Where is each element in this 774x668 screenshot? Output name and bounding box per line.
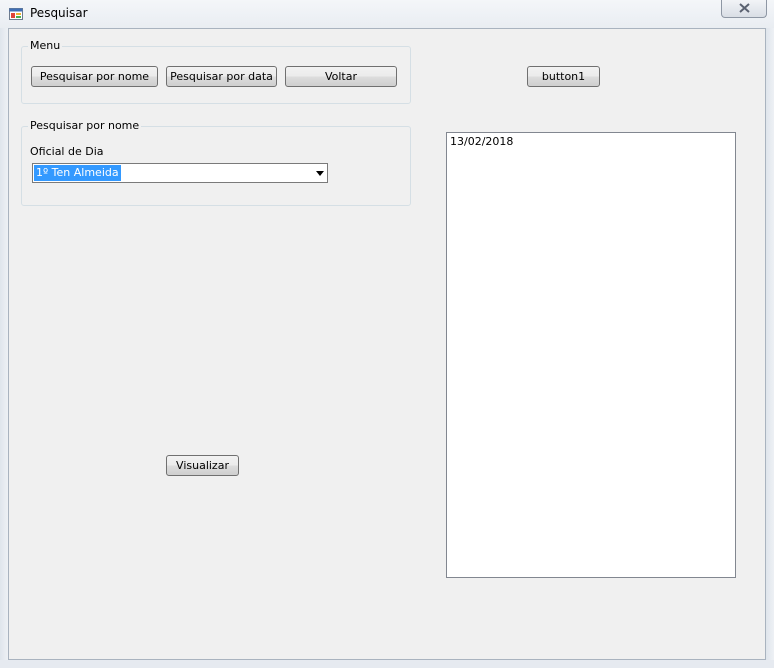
- button1[interactable]: button1: [527, 66, 600, 87]
- visualize-button[interactable]: Visualizar: [166, 455, 239, 476]
- menu-groupbox-label: Menu: [28, 39, 63, 53]
- window-frame-right: [766, 28, 774, 668]
- officer-combobox[interactable]: 1º Ten Almeida: [32, 163, 328, 183]
- search-by-name-button[interactable]: Pesquisar por nome: [31, 66, 158, 87]
- window-app-icon: [9, 8, 23, 20]
- list-item[interactable]: 13/02/2018: [449, 135, 514, 149]
- officer-of-day-label: Oficial de Dia: [30, 145, 104, 158]
- close-icon: [739, 3, 750, 13]
- window-title: Pesquisar: [30, 6, 88, 20]
- chevron-down-icon[interactable]: [316, 171, 324, 176]
- window-frame-left: [0, 28, 8, 668]
- officer-combobox-value: 1º Ten Almeida: [34, 165, 121, 181]
- title-bar[interactable]: Pesquisar: [0, 0, 774, 28]
- main-window: Pesquisar Menu Pesquisar por nome Pesqui…: [0, 0, 774, 668]
- back-button[interactable]: Voltar: [285, 66, 397, 87]
- search-by-date-button[interactable]: Pesquisar por data: [166, 66, 277, 87]
- results-listbox[interactable]: 13/02/2018: [446, 132, 736, 578]
- close-button[interactable]: [721, 0, 767, 18]
- window-frame-bottom: [0, 660, 774, 668]
- search-by-name-groupbox-label: Pesquisar por nome: [28, 119, 142, 133]
